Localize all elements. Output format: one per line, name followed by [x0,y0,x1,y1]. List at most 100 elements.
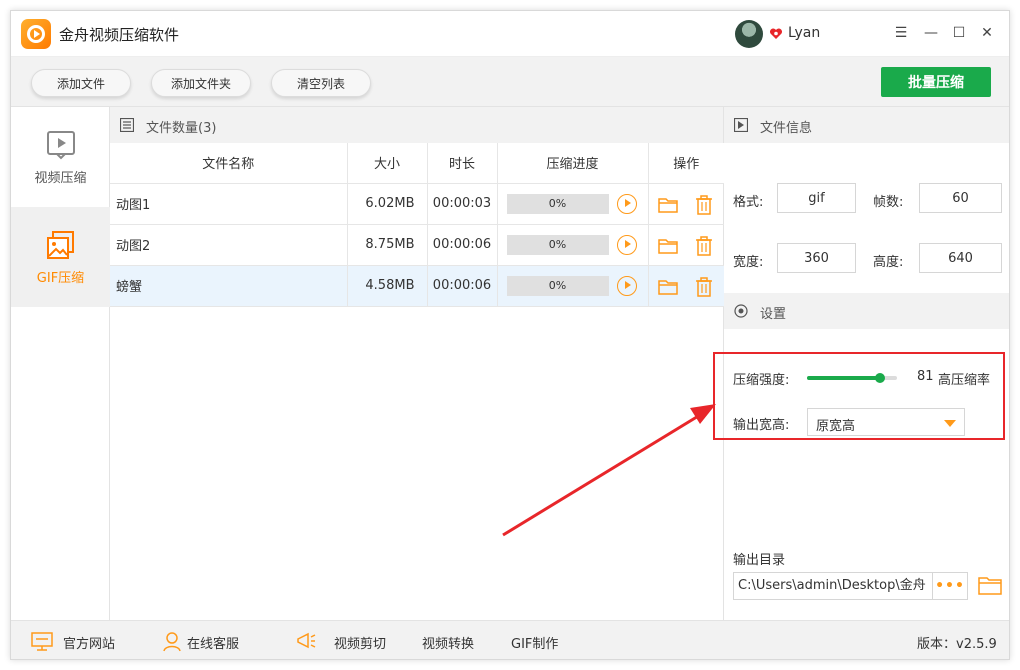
output-size-value: 原宽高 [816,419,856,434]
width-label: 宽度: [733,255,764,270]
slider-fill [807,376,880,380]
frames-label: 帧数: [873,195,904,210]
video-convert-link[interactable]: 视频转换 [422,633,474,652]
start-compress-icon[interactable] [616,234,637,255]
menu-icon[interactable]: ☰ [891,23,911,43]
height-field: 640 [919,243,1002,273]
table-row[interactable]: 螃蟹 4.58MB 00:00:06 0% [110,265,724,307]
left-nav: 视频压缩 GIF压缩 [11,107,110,620]
file-info-title: 文件信息 [760,121,813,136]
avatar[interactable] [735,20,763,48]
start-compress-icon[interactable] [616,193,637,214]
gif-make-link[interactable]: GIF制作 [511,633,558,652]
column-header-duration: 时长 [427,143,498,184]
settings-title: 设置 [760,307,787,322]
app-title: 金舟视频压缩软件 [59,26,180,44]
progress-cell: 0% [497,183,649,225]
file-name: 螃蟹 [110,265,348,307]
app-logo-icon [21,19,51,49]
open-folder-icon[interactable] [977,573,1003,597]
table-header-row: 文件名称 大小 时长 压缩进度 操作 [110,143,724,184]
official-website-link[interactable]: 官方网站 [63,633,115,652]
add-file-button[interactable]: 添加文件 [31,69,131,97]
table-row[interactable]: 动图1 6.02MB 00:00:03 0% [110,183,724,225]
username[interactable]: Lyan [788,25,820,41]
chevron-down-icon [944,420,956,427]
format-label: 格式: [733,195,764,210]
toolbar: 添加文件 添加文件夹 清空列表 批量压缩 [11,57,1009,107]
file-duration: 00:00:06 [427,265,498,307]
file-table: 文件名称 大小 时长 压缩进度 操作 动图1 6.02MB 00:00:03 0… [110,143,724,307]
minimize-button[interactable]: — [921,23,941,43]
compress-strength-desc: 高压缩率 [938,373,991,388]
table-row[interactable]: 动图2 8.75MB 00:00:06 0% [110,224,724,266]
online-support-link[interactable]: 在线客服 [187,633,239,652]
progress-cell: 0% [497,224,649,266]
customer-service-icon [163,632,181,652]
file-duration: 00:00:03 [427,183,498,225]
nav-item-gif-compress[interactable]: GIF压缩 [11,207,110,307]
frames-field: 60 [919,183,1002,213]
width-field: 360 [777,243,856,273]
progress-cell: 0% [497,265,649,307]
open-folder-icon[interactable] [657,235,679,257]
vip-heart-icon [769,28,783,39]
maximize-button[interactable]: ☐ [949,23,969,43]
file-name: 动图1 [110,183,348,225]
add-folder-button[interactable]: 添加文件夹 [151,69,251,97]
title-bar: 金舟视频压缩软件 Lyan ☰ — ☐ ✕ [11,11,1009,57]
browse-more-button[interactable]: ••• [933,572,968,600]
nav-item-label: 视频压缩 [34,170,87,186]
clear-list-button[interactable]: 清空列表 [271,69,371,97]
column-header-actions: 操作 [648,143,724,184]
image-icon [46,230,74,259]
file-size: 8.75MB [347,224,428,266]
right-panel: 文件信息 格式: gif 帧数: 60 宽度: 360 高度: 640 设置 压… [713,107,1009,620]
nav-item-video-compress[interactable]: 视频压缩 [11,107,110,207]
height-label: 高度: [873,255,904,270]
progress-bar: 0% [506,275,609,296]
compress-strength-label: 压缩强度: [733,373,790,388]
output-size-select[interactable]: 原宽高 [807,408,965,436]
open-folder-icon[interactable] [657,194,679,216]
settings-header: 设置 [724,293,1009,329]
column-header-size: 大小 [347,143,428,184]
open-folder-icon[interactable] [657,276,679,298]
file-info-icon [734,118,748,132]
delete-icon[interactable] [693,194,715,216]
progress-bar: 0% [506,193,609,214]
progress-bar: 0% [506,234,609,255]
status-bar: 官方网站 在线客服 视频剪切 视频转换 GIF制作 版本：v2.5.9 [11,620,1009,659]
output-dir-input[interactable]: C:\Users\admin\Desktop\金舟 [733,572,933,600]
batch-compress-button[interactable]: 批量压缩 [881,67,991,97]
settings-radio-icon [734,304,748,318]
app-window: 金舟视频压缩软件 Lyan ☰ — ☐ ✕ 添加文件 添加文件夹 清空列表 批量… [10,10,1010,660]
delete-icon[interactable] [693,235,715,257]
monitor-icon [31,632,53,651]
delete-icon[interactable] [693,276,715,298]
file-count: 文件数量(3) [146,121,217,136]
megaphone-icon [297,632,316,649]
slider-handle[interactable] [874,373,885,383]
column-header-progress: 压缩进度 [497,143,649,184]
start-compress-icon[interactable] [616,275,637,296]
file-name: 动图2 [110,224,348,266]
version-text: 版本：v2.5.9 [917,637,997,652]
video-cut-link[interactable]: 视频剪切 [334,633,386,652]
actions-cell [648,183,724,225]
compress-strength-slider[interactable] [807,373,897,383]
file-size: 4.58MB [347,265,428,307]
close-button[interactable]: ✕ [977,23,997,43]
file-info-header: 文件信息 [724,107,1009,143]
compress-strength-value: 81 [917,369,934,384]
actions-cell [648,224,724,266]
output-dir-label: 输出目录 [733,553,786,568]
list-icon [120,118,134,132]
column-header-name: 文件名称 [110,143,348,184]
actions-cell [648,265,724,307]
output-size-label: 输出宽高: [733,418,790,433]
file-duration: 00:00:06 [427,224,498,266]
format-field: gif [777,183,856,213]
file-size: 6.02MB [347,183,428,225]
nav-item-label: GIF压缩 [36,270,85,286]
